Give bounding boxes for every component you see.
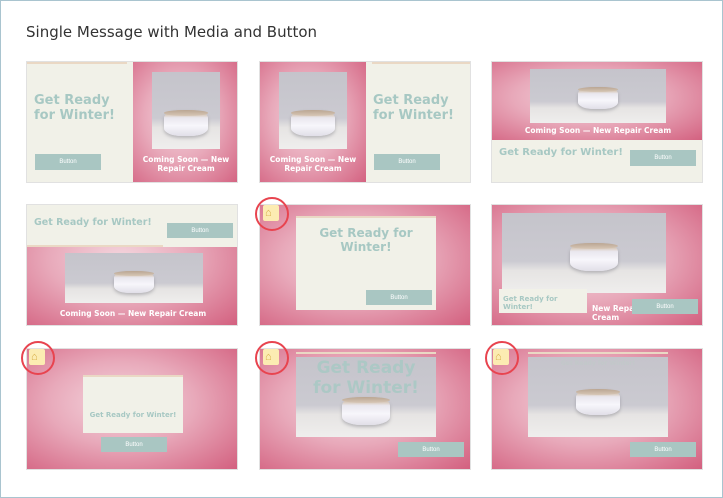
product-image <box>65 253 203 303</box>
template-card-9[interactable]: Get Ready for Winter! Button <box>491 348 703 470</box>
template-card-2[interactable]: Coming Soon — New Repair Cream Get Ready… <box>259 61 471 183</box>
product-image <box>530 69 666 123</box>
media-caption: Coming Soon — New Repair Cream <box>524 126 672 135</box>
lock-icon: ⌂ <box>263 205 279 221</box>
message-box: Get Ready for Winter! Button <box>296 218 436 310</box>
template-card-4[interactable]: Get Ready for Winter! Button Coming Soon… <box>26 204 238 326</box>
template-title: Get Ready for Winter! <box>89 411 177 419</box>
lock-marker[interactable]: ⌂ <box>255 341 289 375</box>
template-button: Button <box>167 223 233 238</box>
template-card-7[interactable]: Get Ready for Winter! Button <box>26 348 238 470</box>
media-panel: Coming Soon — New Repair Cream <box>260 62 366 182</box>
media-caption: Coming Soon — New Repair Cream <box>269 155 357 173</box>
template-button: Button <box>101 437 167 452</box>
accent-line <box>296 352 436 354</box>
template-title: Get Ready for Winter! <box>34 217 152 228</box>
template-card-5[interactable]: Get Ready for Winter! Button <box>259 204 471 326</box>
title-box: Get Ready for Winter! <box>499 289 587 313</box>
product-image <box>279 72 347 149</box>
template-title: Get Ready for Winter! <box>313 358 419 398</box>
template-title: Get Ready for Winter! <box>34 93 115 123</box>
template-gallery-panel: Single Message with Media and Button Get… <box>0 0 723 498</box>
cream-jar-image <box>576 389 620 415</box>
lock-icon: ⌂ <box>263 349 279 365</box>
cream-jar-image <box>114 271 154 293</box>
accent-line <box>27 245 163 247</box>
accent-line <box>372 62 470 64</box>
template-title: Get Ready for Winter! <box>499 147 623 158</box>
section-heading: Single Message with Media and Button <box>26 23 318 41</box>
product-image: Get Ready for Winter! <box>528 357 668 437</box>
message-box: Get Ready for Winter! <box>83 377 183 433</box>
template-button: Button <box>374 154 440 170</box>
lock-marker[interactable]: ⌂ <box>21 341 55 375</box>
template-card-3[interactable]: Coming Soon — New Repair Cream Get Ready… <box>491 61 703 183</box>
template-button: Button <box>632 299 698 314</box>
cream-jar-image <box>164 110 208 136</box>
accent-line <box>27 62 127 64</box>
product-image <box>152 72 220 149</box>
cream-jar-image <box>569 243 618 271</box>
media-panel: Coming Soon — New Repair Cream <box>492 62 702 140</box>
media-panel: Coming Soon — New Repair Cream <box>133 62 237 182</box>
template-button: Button <box>35 154 101 170</box>
cream-jar-image <box>578 87 618 109</box>
template-card-6[interactable]: Get Ready for Winter! New Repair Cream B… <box>491 204 703 326</box>
template-button: Button <box>366 290 432 305</box>
template-card-1[interactable]: Get Ready for Winter! Button Coming Soon… <box>26 61 238 183</box>
template-button: Button <box>630 442 696 457</box>
lock-marker[interactable]: ⌂ <box>485 341 519 375</box>
lock-icon: ⌂ <box>493 349 509 365</box>
cream-jar-image <box>342 397 390 425</box>
media-caption: Coming Soon — New Repair Cream <box>59 309 207 318</box>
template-title: Get Ready for Winter! <box>373 93 454 123</box>
lock-marker[interactable]: ⌂ <box>255 197 289 231</box>
template-title: Get Ready for Winter! <box>560 360 636 367</box>
product-image <box>502 213 666 293</box>
template-card-8[interactable]: Get Ready for Winter! Button <box>259 348 471 470</box>
template-button: Button <box>630 150 696 166</box>
product-image: Get Ready for Winter! <box>296 357 436 437</box>
accent-line <box>528 352 668 354</box>
template-button: Button <box>398 442 464 457</box>
cream-jar-image <box>291 110 335 136</box>
header-band: Get Ready for Winter! Button <box>27 205 237 247</box>
template-title: Get Ready for Winter! <box>503 295 558 312</box>
media-caption: Coming Soon — New Repair Cream <box>142 155 230 173</box>
lock-icon: ⌂ <box>29 349 45 365</box>
template-title: Get Ready for Winter! <box>319 226 413 254</box>
